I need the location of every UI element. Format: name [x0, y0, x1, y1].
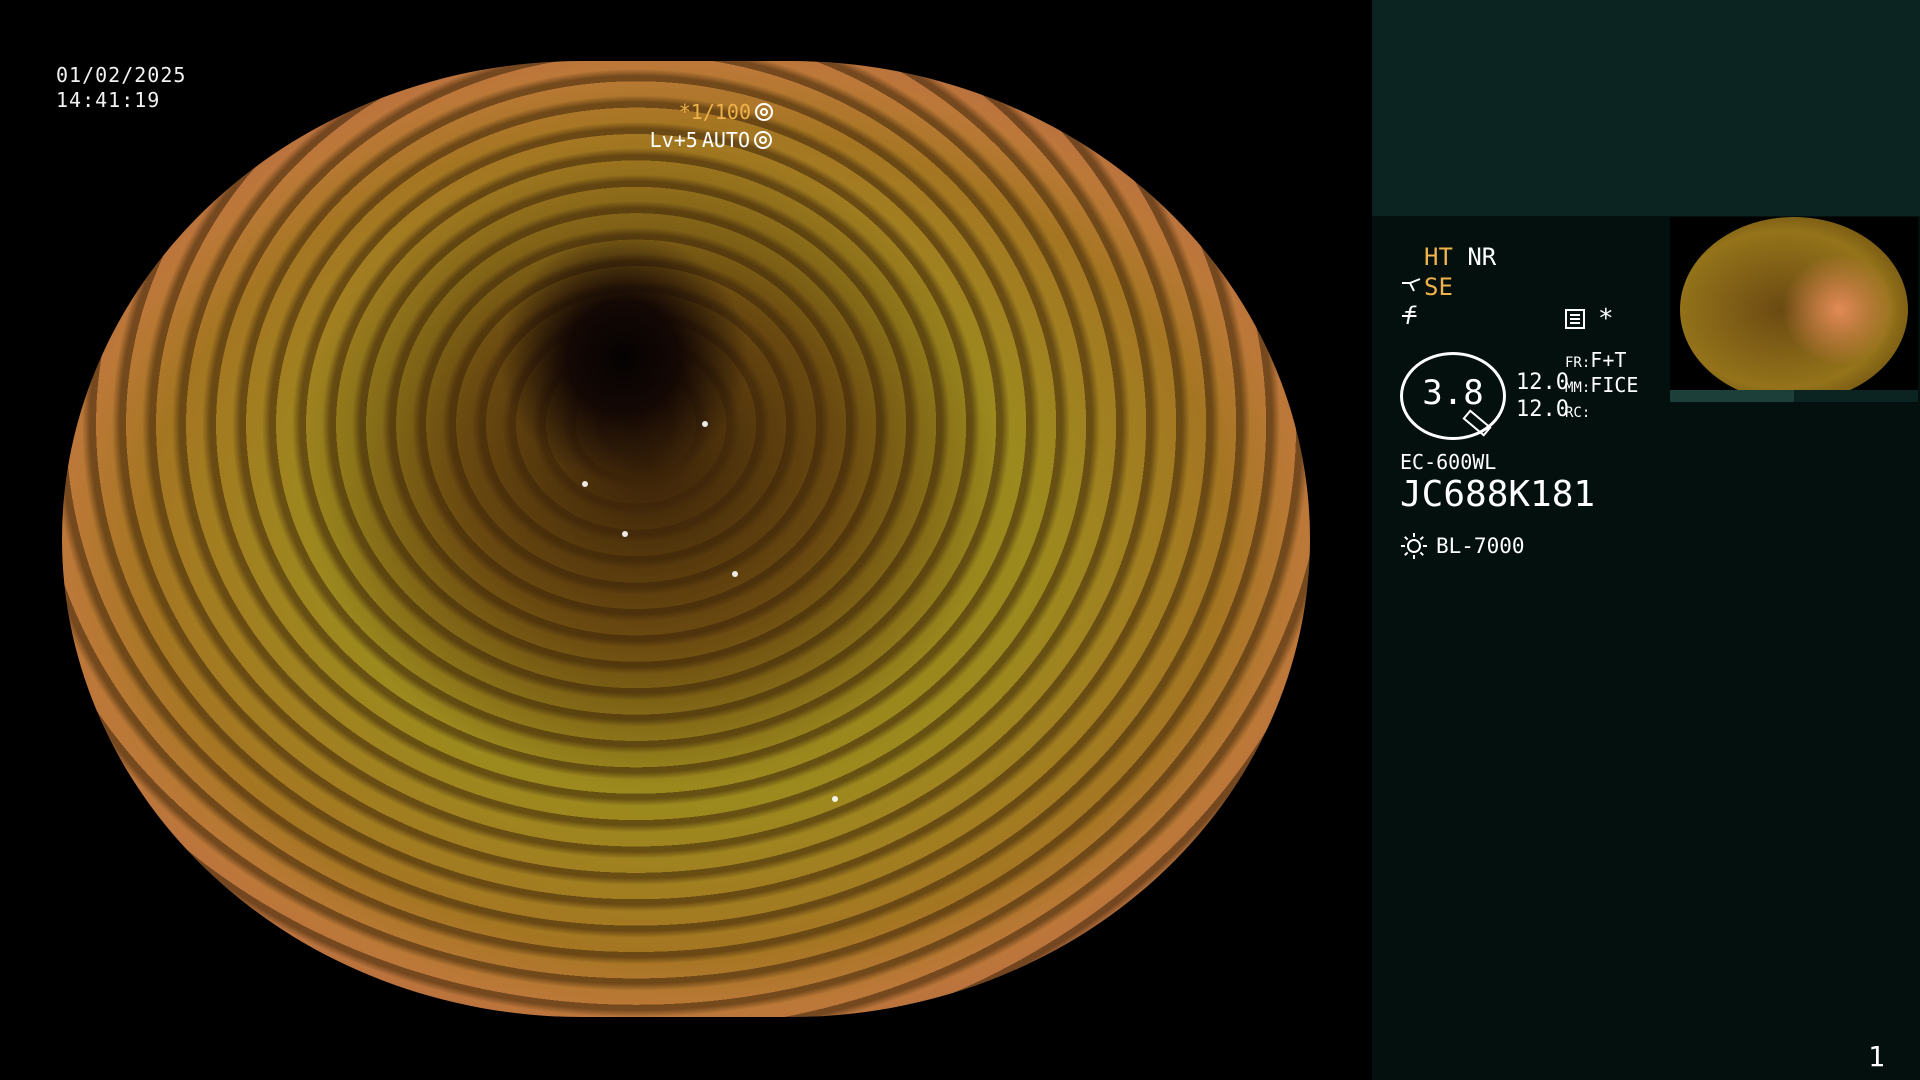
light-icon: [1401, 533, 1427, 559]
asterisk-marker: *: [1598, 304, 1614, 334]
rc-key: RC:: [1565, 405, 1591, 421]
fr-setting: FR:F+T: [1565, 348, 1626, 372]
structure-enhancement-indicator: SE: [1400, 273, 1453, 301]
light-source-indicator: BL-7000: [1400, 532, 1525, 560]
specular-highlight: [582, 481, 588, 487]
enhancement-value-b: 12.0: [1516, 397, 1569, 422]
scope-icon: [1402, 278, 1421, 292]
enhancement-value-a: 12.0: [1516, 370, 1569, 395]
specular-highlight: [622, 531, 628, 537]
ht-nr-indicator: HT NR: [1424, 243, 1496, 271]
rc-setting: RC:: [1565, 398, 1590, 422]
image-vignette: [62, 61, 1310, 1017]
endoscopy-video-area: 01/02/2025 14:41:19 *1/100 Lv+5 AUTO: [0, 0, 1372, 1080]
fr-key: FR:: [1565, 355, 1591, 371]
iris-mode-text: AUTO: [701, 128, 750, 152]
scope-model: EC-600WL: [1400, 450, 1497, 474]
brightness-level-indicator: Lv+5 AUTO: [650, 128, 772, 152]
page-number: 1: [1868, 1040, 1885, 1073]
mm-value: FICE: [1590, 373, 1639, 397]
specular-highlight: [832, 796, 838, 802]
scope-serial-number: JC688K181: [1400, 474, 1596, 515]
gauge-indicator-icon: [1462, 409, 1492, 437]
mm-setting: MM:FICE: [1565, 373, 1638, 397]
nr-label: NR: [1467, 243, 1497, 271]
gauge-value: 3.8: [1422, 373, 1484, 413]
shutter-icon: [755, 103, 773, 121]
thumbnail-progress-bar: [1670, 390, 1918, 402]
thumbnail-progress-fill: [1670, 390, 1794, 402]
time-text: 14:41:19: [56, 88, 161, 112]
date-text: 01/02/2025: [56, 63, 187, 87]
light-source-label: BL-7000: [1436, 534, 1525, 558]
freeze-indicator: f: [1402, 302, 1416, 330]
fr-value: F+T: [1590, 348, 1627, 372]
specular-highlight: [702, 421, 708, 427]
zoom-gauge: 3.8: [1400, 352, 1506, 440]
shutter-speed-text: *1/100: [678, 100, 751, 124]
specular-highlight: [732, 571, 738, 577]
thumbnail-image: [1680, 217, 1908, 402]
mm-key: MM:: [1565, 380, 1591, 396]
se-label: SE: [1424, 273, 1453, 301]
captured-image-thumbnail[interactable]: [1670, 217, 1918, 402]
iris-icon: [754, 131, 772, 149]
menu-icon: [1565, 309, 1585, 329]
freeze-icon: f: [1402, 302, 1417, 330]
panel-header-block: [1372, 0, 1920, 216]
shutter-speed-indicator: *1/100: [679, 100, 773, 124]
level-text: Lv+5: [649, 128, 698, 152]
endoscopic-image: [62, 61, 1310, 1017]
ht-label: HT: [1424, 243, 1453, 271]
